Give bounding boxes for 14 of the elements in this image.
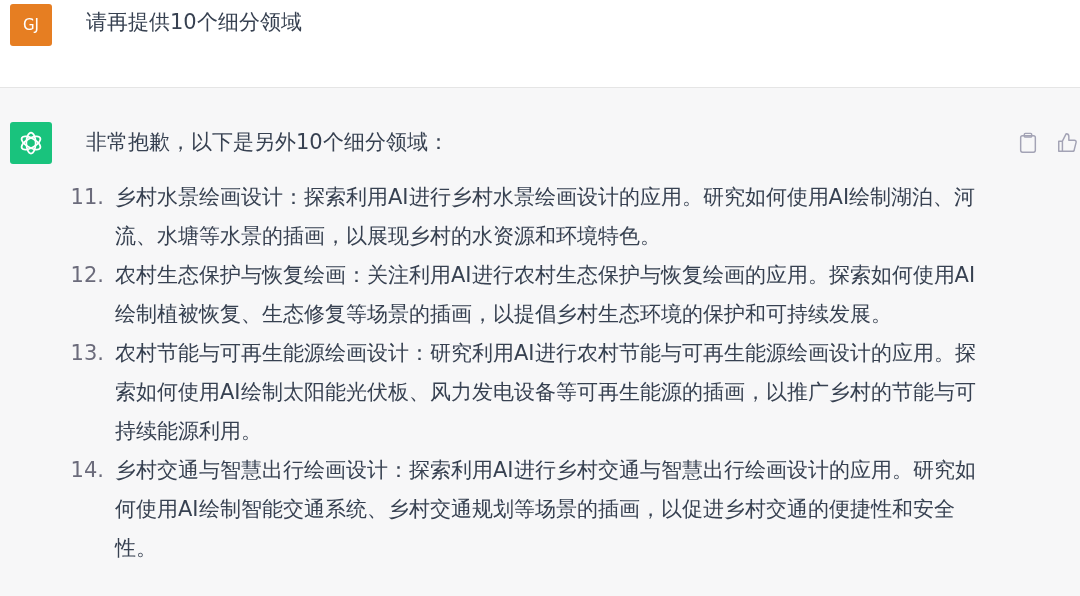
list-item-text: 农村生态保护与恢复绘画：关注利用AI进行农村生态保护与恢复绘画的应用。探索如何使用AI绘制植被恢复、生态修复等场景的插画，以提倡乡村生态环境的保护和可持续发展。 xyxy=(115,262,977,328)
list-number: 13. xyxy=(69,340,105,367)
list-item-text: 乡村水景绘画设计：探索利用AI进行乡村水景绘画设计的应用。研究如何使用AI绘制湖泊、河流、水塘等水景的插画，以展现乡村的水资源和环境特色。 xyxy=(115,184,977,250)
list-item-text: 乡村交通与智慧出行绘画设计：探索利用AI进行乡村交通与智慧出行绘画设计的应用。研究如何使用AI绘制智能交通系统、乡村交通规划等场景的插画，以促进乡村交通的便捷性和安全性。 xyxy=(115,457,977,562)
list-item-text: 农村节能与可再生能源绘画设计：研究利用AI进行农村节能与可再生能源绘画设计的应用。探索如何使用AI绘制太阳能光伏板、风力发电设备等可再生能源的插画，以推广乡村的节能与可持续能源利用。 xyxy=(115,340,977,445)
assistant-intro: 非常抱歉，以下是另外10个细分领域： xyxy=(86,129,450,156)
user-avatar: GJ xyxy=(10,4,52,46)
assistant-avatar xyxy=(10,122,52,164)
list-number: 14. xyxy=(69,457,105,484)
list-number: 11. xyxy=(69,184,105,211)
user-message: 请再提供10个细分领域 xyxy=(86,9,302,36)
thumbs-up-icon[interactable] xyxy=(1056,132,1078,154)
clipboard-icon[interactable] xyxy=(1018,132,1038,154)
list-number: 12. xyxy=(69,262,105,289)
